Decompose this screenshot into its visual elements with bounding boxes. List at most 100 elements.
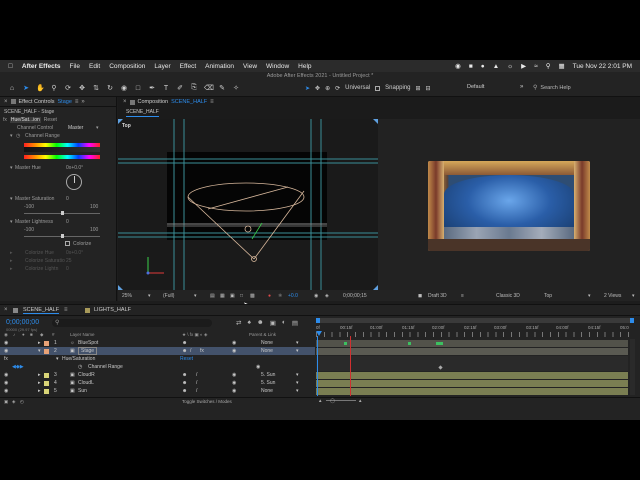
video-toggle-icon[interactable]: ◉ [4, 339, 8, 347]
grid-guides-icon[interactable]: ▩ [250, 293, 255, 299]
status-globe-icon[interactable]: ☼ [507, 63, 513, 70]
draft-3d-icon[interactable]: ◼ [418, 293, 422, 299]
timeline-tab-scene-half[interactable]: SCENE_HALF [23, 307, 60, 314]
parent-select[interactable]: 5. Sun [261, 371, 275, 379]
quality-switch-icon[interactable]: / [196, 387, 197, 395]
expand-modes-icon[interactable]: ◈ [12, 399, 15, 405]
show-snapshot-icon[interactable]: ◈ [325, 293, 329, 299]
parent-link-header[interactable]: Parent & Link [249, 332, 276, 337]
layer-name[interactable]: Sun [78, 387, 87, 395]
keyframe-diamond[interactable] [438, 365, 443, 370]
comp-viewer-top[interactable]: Top [118, 119, 378, 290]
layer-track-2[interactable] [316, 348, 628, 355]
colorize-checkbox[interactable] [65, 241, 70, 246]
quality-switch-icon[interactable]: / [196, 371, 197, 379]
chevron-down-icon[interactable]: ▾ [296, 339, 299, 347]
puppet-tool-icon[interactable]: ✧ [232, 84, 240, 92]
parent-select[interactable]: None [261, 347, 273, 355]
frame-blending-icon[interactable]: ▣ [270, 319, 276, 327]
layer-row-5[interactable]: ◉ ▸ 5 ▣ Sun ☻ / ◉ None ▾ [0, 387, 315, 395]
home-icon[interactable]: ⌂ [8, 85, 16, 92]
panel-expand-icon[interactable]: » [81, 99, 84, 105]
lightness-slider-handle[interactable] [61, 234, 64, 238]
snapshot-icon[interactable]: ◉ [314, 293, 318, 299]
effect-reset-link[interactable]: Reset [44, 117, 57, 123]
renderer-label[interactable]: Draft 3D [428, 293, 447, 299]
video-toggle-icon[interactable]: ◉ [4, 347, 8, 355]
renderer-menu-icon[interactable]: ≡ [461, 293, 464, 299]
comp-mini-flowchart-icon[interactable]: ⇄ [236, 319, 241, 327]
transparency-grid-icon[interactable]: ▦ [220, 293, 225, 299]
view-select[interactable]: Top [544, 293, 552, 299]
status-wifi-icon[interactable]: ≈ [534, 63, 538, 70]
layer-track-4[interactable] [316, 380, 628, 387]
master-saturation-value[interactable]: 0 [66, 196, 69, 202]
layer-row-3[interactable]: ◉ ▸ 3 ▣ CloudR ☻ / ◉ 5. Sun ▾ [0, 371, 315, 379]
effects-group-row[interactable]: fx ▾ Hue/Saturation Reset [0, 355, 315, 363]
zoom-out-icon[interactable]: ▲ [318, 398, 322, 403]
view-chevron-icon[interactable]: ▾ [588, 293, 591, 299]
current-time-indicator[interactable] [317, 336, 318, 396]
timeline-tab-menu-icon[interactable]: ≡ [64, 307, 68, 313]
timeline-tab-lights-half[interactable]: LIGHTS_HALF [94, 307, 131, 313]
panel-menu-icon[interactable]: ≡ [75, 99, 79, 105]
comp-viewer-active[interactable] [378, 119, 640, 290]
tab-composition[interactable]: Composition [138, 99, 169, 105]
zoom-select[interactable]: 25% [122, 293, 132, 299]
twirl-icon[interactable]: ▸ [38, 339, 41, 347]
keyframe-nav-icon[interactable]: ◀◆▶ [12, 363, 24, 371]
pickwhip-icon[interactable]: ◉ [232, 387, 236, 395]
layer-label-color[interactable] [44, 349, 49, 354]
layer-row-1[interactable]: ◉ ▸ 1 ☼ BlueSpot ☻ ◉ None ▾ [0, 339, 315, 347]
world-axis-icon[interactable]: ✥ [315, 85, 320, 92]
master-saturation-twirl-icon[interactable]: ▾ [10, 196, 13, 202]
menu-file[interactable]: File [70, 63, 80, 70]
menu-view[interactable]: View [243, 63, 257, 70]
orbit-tool-icon[interactable]: ⟳ [64, 84, 72, 92]
master-lightness-value[interactable]: 0 [66, 219, 69, 225]
shy-layers-icon[interactable]: ☻ [257, 319, 264, 327]
timeline-zoom-handle-icon[interactable]: ◯ [330, 398, 335, 404]
expand-layer-switches-icon[interactable]: ▣ [4, 399, 8, 405]
range-slider-track[interactable] [24, 147, 100, 152]
master-hue-dial[interactable] [66, 174, 82, 190]
master-hue-value[interactable]: 0x+0.0° [66, 165, 83, 171]
dolly-tool-icon[interactable]: ⇅ [92, 84, 100, 92]
colorize-hue-twirl-icon[interactable]: ▸ [10, 250, 13, 256]
status-control-icon[interactable]: ▦ [558, 62, 564, 70]
tab-effect-layer[interactable]: Stage [58, 99, 72, 105]
universal-icon[interactable]: ⟳ [335, 85, 340, 92]
saturation-slider-handle[interactable] [61, 211, 64, 215]
colorize-sat-twirl-icon[interactable]: ▸ [10, 258, 13, 264]
layer-name[interactable]: BlueSpot [78, 339, 98, 347]
layer-name[interactable]: Stage [78, 347, 98, 355]
toggle-switches-modes[interactable]: Toggle Switches / Modes [182, 399, 232, 404]
menu-app-name[interactable]: After Effects [22, 63, 61, 70]
layer-row-4[interactable]: ◉ ▸ 4 ▣ CloudL ☻ / ◉ 5. Sun ▾ [0, 379, 315, 387]
shy-switch-icon[interactable]: ☻ [182, 347, 187, 355]
camera-renderer-select[interactable]: Classic 3D [496, 293, 520, 299]
workspace-default[interactable]: Default [467, 84, 484, 90]
comp-menu-icon[interactable]: ≡ [210, 99, 214, 105]
layer-name[interactable]: CloudR [78, 371, 95, 379]
pan-behind-icon[interactable]: ◉ [120, 84, 128, 92]
work-area-start-handle[interactable] [316, 318, 320, 323]
status-app-icon[interactable]: ■ [469, 63, 473, 70]
mask-visibility-icon[interactable]: ▣ [230, 293, 235, 299]
comp-sub-tab[interactable]: SCENE_HALF [126, 109, 159, 117]
timeline-search-input[interactable]: ⚲ [52, 319, 212, 327]
pickwhip-icon[interactable]: ◉ [232, 347, 236, 355]
snap-options-icon[interactable]: ⊞ [416, 85, 421, 92]
effect-row-reset[interactable]: Reset [180, 355, 193, 363]
zoom-in-icon[interactable]: ▲ [358, 398, 362, 403]
hand-tool-icon[interactable]: ✋ [36, 84, 45, 92]
views-count-select[interactable]: 2 Views [604, 293, 621, 299]
chevron-down-icon[interactable]: ▾ [296, 371, 299, 379]
shy-switch-icon[interactable]: ☻ [182, 371, 187, 379]
rotate-tool-icon[interactable]: ↻ [106, 84, 114, 92]
status-chat-icon[interactable]: ● [481, 63, 485, 70]
shy-switch-icon[interactable]: ☻ [182, 339, 187, 347]
menu-edit[interactable]: Edit [89, 63, 100, 70]
view-axis-icon[interactable]: ⊕ [325, 85, 330, 92]
quality-switch-icon[interactable]: / [190, 347, 191, 355]
